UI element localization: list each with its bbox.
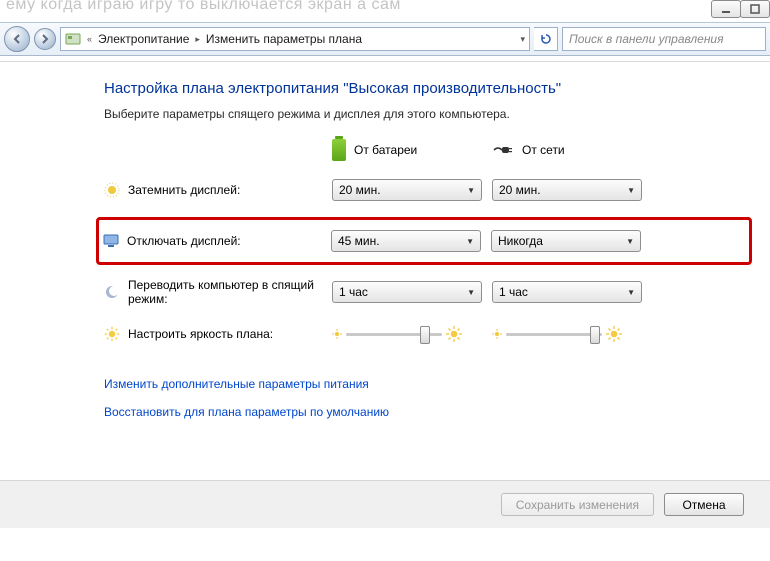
- sleep-battery-dropdown[interactable]: 1 час ▼: [332, 281, 482, 303]
- breadcrumb-prefix: «: [87, 34, 92, 44]
- save-button[interactable]: Сохранить изменения: [501, 493, 654, 516]
- window-controls: [712, 0, 770, 22]
- moon-icon: [104, 284, 120, 300]
- sleep-ac-dropdown[interactable]: 1 час ▼: [492, 281, 642, 303]
- chevron-down-icon: ▼: [467, 186, 475, 195]
- links-section: Изменить дополнительные параметры питани…: [104, 377, 744, 419]
- advanced-settings-link[interactable]: Изменить дополнительные параметры питани…: [104, 377, 744, 391]
- plug-icon: [492, 143, 514, 157]
- dropdown-value: 20 мин.: [339, 183, 381, 197]
- breadcrumb-item[interactable]: Электропитание: [98, 32, 189, 46]
- minimize-button[interactable]: [711, 0, 741, 18]
- sun-small-icon: [492, 329, 502, 339]
- off-ac-dropdown[interactable]: Никогда ▼: [491, 230, 641, 252]
- dropdown-value: 1 час: [339, 285, 368, 299]
- sun-icon: [104, 326, 120, 342]
- chevron-down-icon: ▼: [627, 186, 635, 195]
- row-brightness: Настроить яркость плана:: [104, 319, 744, 349]
- sun-small-icon: [332, 329, 342, 339]
- column-label-ac: От сети: [522, 143, 565, 157]
- main-content: Настройка плана электропитания "Высокая …: [104, 80, 744, 433]
- chevron-down-icon: ▼: [627, 288, 635, 297]
- off-battery-dropdown[interactable]: 45 мин. ▼: [331, 230, 481, 252]
- brightness-battery-slider[interactable]: [346, 324, 442, 344]
- row-label: Переводить компьютер в спящий режим:: [128, 278, 318, 306]
- dim-icon: [104, 182, 120, 198]
- dropdown-value: Никогда: [498, 234, 543, 248]
- page-subtitle: Выберите параметры спящего режима и дисп…: [104, 107, 744, 121]
- dropdown-value: 45 мин.: [338, 234, 380, 248]
- search-placeholder: Поиск в панели управления: [569, 32, 724, 46]
- row-label: Затемнить дисплей:: [128, 183, 240, 197]
- column-headers: От батареи От сети: [104, 139, 744, 161]
- cancel-button[interactable]: Отмена: [664, 493, 744, 516]
- highlight-annotation: Отключать дисплей: 45 мин. ▼ Никогда ▼: [96, 217, 752, 265]
- sun-large-icon: [446, 326, 462, 342]
- battery-icon: [332, 139, 346, 161]
- dropdown-value: 1 час: [499, 285, 528, 299]
- monitor-icon: [103, 233, 119, 249]
- dim-battery-dropdown[interactable]: 20 мин. ▼: [332, 179, 482, 201]
- chevron-down-icon[interactable]: ▾: [520, 34, 525, 45]
- row-dim-display: Затемнить дисплей: 20 мин. ▼ 20 мин. ▼: [104, 175, 744, 205]
- restore-defaults-link[interactable]: Восстановить для плана параметры по умол…: [104, 405, 744, 419]
- dim-ac-dropdown[interactable]: 20 мин. ▼: [492, 179, 642, 201]
- divider: [0, 56, 770, 62]
- address-bar-row: « Электропитание ▸ Изменить параметры пл…: [0, 22, 770, 56]
- chevron-down-icon: ▼: [467, 288, 475, 297]
- button-bar: Сохранить изменения Отмена: [0, 480, 770, 528]
- search-input[interactable]: Поиск в панели управления: [562, 27, 766, 51]
- column-label-battery: От батареи: [354, 143, 417, 157]
- control-panel-icon: [65, 31, 81, 47]
- breadcrumb-item[interactable]: Изменить параметры плана: [206, 32, 362, 46]
- row-label: Настроить яркость плана:: [128, 327, 273, 341]
- row-turn-off-display: Отключать дисплей: 45 мин. ▼ Никогда ▼: [103, 226, 745, 256]
- row-sleep: Переводить компьютер в спящий режим: 1 ч…: [104, 277, 744, 307]
- breadcrumb-bar[interactable]: « Электропитание ▸ Изменить параметры пл…: [60, 27, 530, 51]
- maximize-button[interactable]: [740, 0, 770, 18]
- chevron-down-icon: ▼: [626, 237, 634, 246]
- refresh-button[interactable]: [534, 27, 558, 51]
- brightness-ac-slider[interactable]: [506, 324, 602, 344]
- row-label: Отключать дисплей:: [127, 234, 241, 248]
- back-button[interactable]: [4, 26, 30, 52]
- sun-large-icon: [606, 326, 622, 342]
- background-text: ему когда играю игру то выключается экра…: [0, 0, 401, 14]
- page-title: Настройка плана электропитания "Высокая …: [104, 80, 744, 97]
- dropdown-value: 20 мин.: [499, 183, 541, 197]
- chevron-down-icon: ▼: [466, 237, 474, 246]
- forward-button[interactable]: [34, 28, 56, 50]
- chevron-right-icon: ▸: [195, 34, 200, 45]
